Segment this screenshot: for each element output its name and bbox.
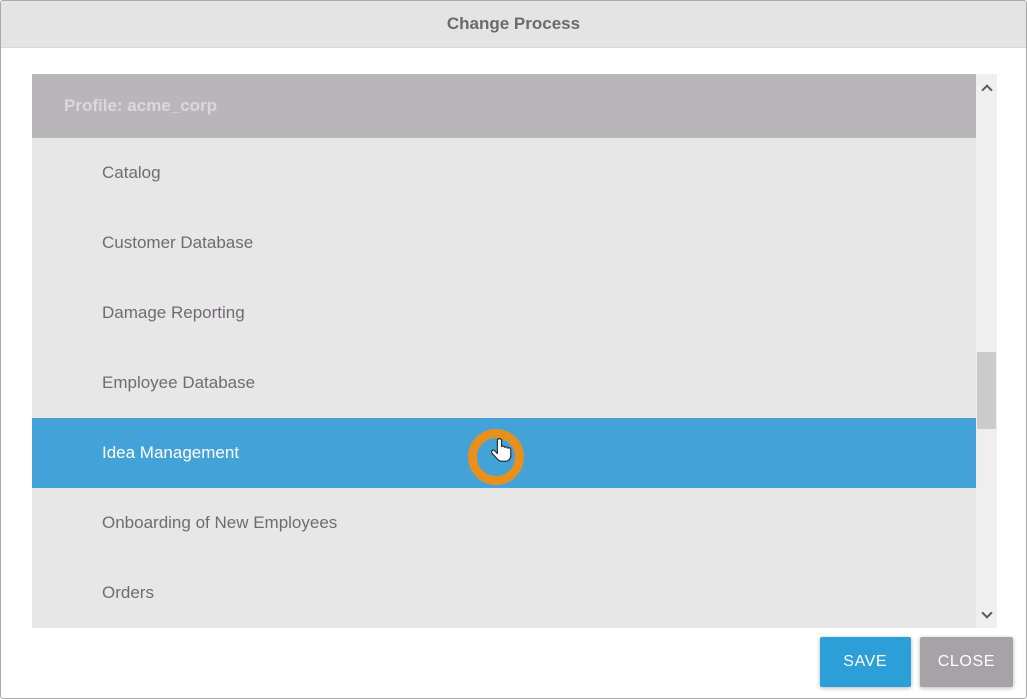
profile-header-label: Profile: acme_corp [64, 96, 217, 116]
save-button[interactable]: SAVE [820, 637, 911, 687]
process-list: Profile: acme_corp Catalog Customer Datab… [32, 74, 997, 628]
dialog-title: Change Process [447, 14, 580, 34]
list-item[interactable]: Onboarding of New Employees [32, 488, 997, 558]
chevron-up-icon [981, 84, 992, 95]
list-item-label: Customer Database [102, 233, 253, 253]
list-item[interactable]: Employee Database [32, 348, 997, 418]
change-process-dialog: Change Process Profile: acme_corp Catalo… [0, 0, 1027, 699]
list-item-label: Idea Management [102, 443, 239, 463]
scrollbar-thumb[interactable] [977, 352, 996, 429]
list-item[interactable]: Orders [32, 558, 997, 628]
list-item-label: Damage Reporting [102, 303, 245, 323]
chevron-down-icon [981, 607, 992, 618]
list-item-label: Employee Database [102, 373, 255, 393]
process-list-container: Profile: acme_corp Catalog Customer Datab… [32, 74, 997, 628]
scrollbar-down-button[interactable] [976, 602, 997, 626]
hand-cursor-icon [488, 436, 514, 468]
list-item-label: Orders [102, 583, 154, 603]
close-button[interactable]: CLOSE [920, 637, 1013, 687]
vertical-scrollbar[interactable] [976, 74, 997, 628]
list-item-label: Catalog [102, 163, 161, 183]
dialog-footer: SAVE CLOSE [820, 637, 1013, 687]
scrollbar-up-button[interactable] [976, 76, 997, 100]
list-item[interactable]: Customer Database [32, 208, 997, 278]
profile-header-row: Profile: acme_corp [32, 74, 997, 138]
list-item[interactable]: Damage Reporting [32, 278, 997, 348]
list-item-label: Onboarding of New Employees [102, 513, 337, 533]
list-item[interactable]: Catalog [32, 138, 997, 208]
dialog-titlebar: Change Process [1, 1, 1026, 48]
